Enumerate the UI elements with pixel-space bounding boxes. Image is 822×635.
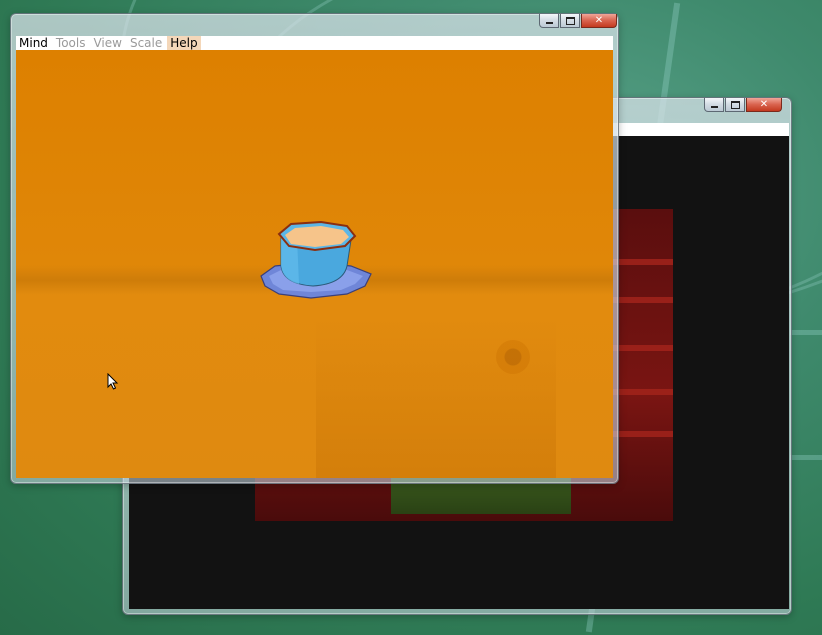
front-window[interactable]: ✕ Mind Tools View Scale Help [10, 13, 619, 484]
desktop: ✕ ✕ Mind Tools View Scale Help [0, 0, 822, 635]
menu-bar: Mind Tools View Scale Help [16, 36, 613, 50]
wallpaper-stroke [790, 330, 822, 335]
close-button[interactable]: ✕ [746, 98, 782, 112]
close-icon: ✕ [594, 15, 604, 26]
wallpaper-stroke [790, 455, 822, 460]
menu-mind[interactable]: Mind [16, 36, 51, 50]
ghost-sunflower [496, 340, 530, 374]
menu-scale[interactable]: Scale [127, 36, 165, 50]
mouse-pointer-icon [107, 373, 119, 390]
maximize-button[interactable] [560, 14, 580, 28]
maximize-icon [565, 16, 575, 25]
close-button[interactable]: ✕ [581, 14, 617, 28]
teacup-model[interactable] [251, 210, 381, 310]
maximize-button[interactable] [725, 98, 745, 112]
minimize-icon [545, 21, 553, 24]
front-window-caption-buttons: ✕ [538, 14, 617, 30]
minimize-button[interactable] [539, 14, 559, 28]
3d-viewport[interactable] [16, 50, 613, 478]
menu-view[interactable]: View [90, 36, 124, 50]
minimize-icon [710, 105, 718, 108]
minimize-button[interactable] [704, 98, 724, 112]
back-window-caption-buttons: ✕ [703, 98, 782, 114]
menu-help[interactable]: Help [167, 36, 201, 50]
maximize-icon [730, 100, 740, 109]
close-icon: ✕ [759, 99, 769, 110]
menu-tools[interactable]: Tools [53, 36, 89, 50]
